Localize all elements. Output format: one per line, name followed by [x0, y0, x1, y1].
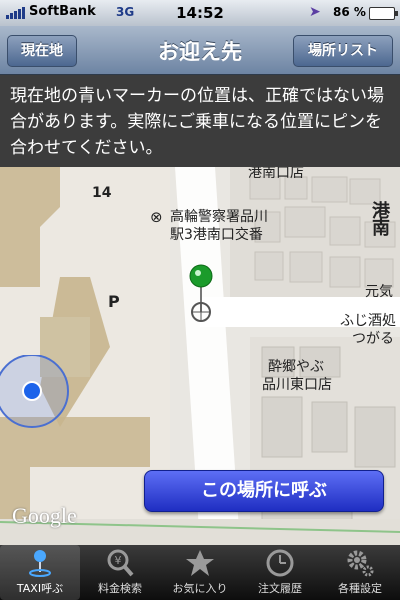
tab-taxi[interactable]: TAXI呼ぶ	[0, 545, 80, 600]
tab-label: 注文履歴	[258, 582, 302, 595]
current-location-marker	[0, 355, 69, 428]
location-accuracy-notice: 現在地の青いマーカーの位置は、正確ではない場合があります。実際にご乗車になる位置…	[0, 75, 400, 167]
map-label: 港南口店	[248, 167, 304, 181]
tab-label: TAXI呼ぶ	[16, 582, 64, 595]
google-watermark: Google	[12, 503, 77, 528]
tab-label: お気に入り	[172, 582, 228, 595]
notice-text: 現在地の青いマーカーの位置は、正確ではない場合があります。実際にご乗車になる位置…	[10, 86, 384, 158]
star-icon	[186, 550, 214, 576]
svg-text:¥: ¥	[115, 554, 122, 567]
map-label: 14	[92, 185, 112, 201]
map-label: 酔郷やぶ	[268, 359, 324, 375]
tab-order-history[interactable]: 注文履歴	[240, 545, 320, 600]
battery-icon	[369, 7, 398, 20]
gear-icon	[347, 550, 374, 577]
tab-favorites[interactable]: お気に入り	[160, 545, 240, 600]
battery-percent: 86 %	[333, 5, 366, 19]
status-bar: SoftBank 3G 14:52 ➤ 86 %	[0, 0, 400, 26]
map-label: 高輪警察署品川	[170, 209, 268, 225]
map-label: 元気	[365, 284, 393, 300]
map-label: P	[108, 292, 120, 311]
tab-label: 各種設定	[338, 582, 382, 595]
tab-bar: TAXI呼ぶ ¥ 料金検索 お気に入り 注文履歴 各種設定	[0, 545, 400, 600]
location-pin-icon[interactable]	[186, 262, 218, 324]
navigation-bar: 現在地 お迎え先 場所リスト	[0, 26, 400, 75]
map-label: ふじ酒処	[340, 313, 396, 329]
tab-settings[interactable]: 各種設定	[320, 545, 400, 600]
tab-label: 料金検索	[98, 582, 142, 595]
call-here-button[interactable]: この場所に呼ぶ	[144, 470, 384, 512]
map-label: つがる	[352, 331, 394, 347]
tab-fare-search[interactable]: ¥ 料金検索	[80, 545, 160, 600]
yen-search-icon: ¥	[107, 549, 134, 577]
map-label: 駅3港南口交番	[170, 227, 263, 243]
police-box-icon: ⊗	[150, 208, 163, 226]
clock-icon	[266, 549, 294, 577]
location-arrow-icon: ➤	[309, 4, 321, 20]
map-label: 港南	[372, 201, 390, 239]
map-label: 品川東口店	[262, 377, 332, 393]
location-list-button[interactable]: 場所リスト	[293, 35, 393, 67]
taxi-pin-icon	[29, 550, 51, 577]
